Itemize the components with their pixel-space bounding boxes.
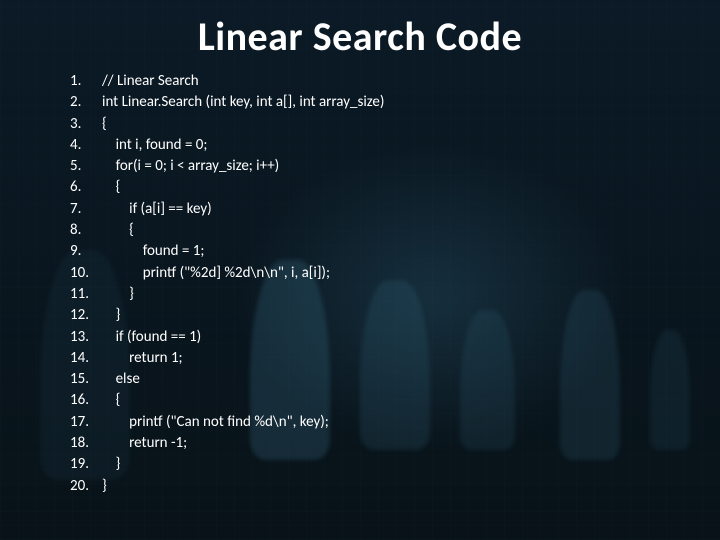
code-line: 8. {	[70, 220, 720, 241]
code-text: // Linear Search	[102, 71, 199, 92]
code-line: 1.// Linear Search	[70, 71, 720, 92]
code-line: 15. else	[70, 369, 720, 390]
code-line: 4. int i, found = 0;	[70, 135, 720, 156]
code-text: int Linear.Search (int key, int a[], int…	[102, 92, 384, 113]
code-line: 11. }	[70, 284, 720, 305]
line-number: 17.	[70, 412, 102, 433]
code-text: }	[102, 476, 107, 497]
line-number: 18.	[70, 433, 102, 454]
line-number: 10.	[70, 263, 102, 284]
line-number: 2.	[70, 92, 102, 113]
line-number: 9.	[70, 241, 102, 262]
slide: Linear Search Code 1.// Linear Search2.i…	[0, 0, 720, 540]
code-line: 3.{	[70, 114, 720, 135]
line-number: 3.	[70, 114, 102, 135]
code-text: if (a[i] == key)	[102, 199, 212, 220]
code-line: 7. if (a[i] == key)	[70, 199, 720, 220]
line-number: 5.	[70, 156, 102, 177]
code-text: found = 1;	[102, 241, 204, 262]
code-listing: 1.// Linear Search2.int Linear.Search (i…	[0, 71, 720, 497]
code-line: 6. {	[70, 177, 720, 198]
code-line: 10. printf ("%2d] %2d\n\n", i, a[i]);	[70, 263, 720, 284]
code-text: int i, found = 0;	[102, 135, 207, 156]
code-text: {	[102, 177, 120, 198]
code-line: 14. return 1;	[70, 348, 720, 369]
code-line: 20.}	[70, 476, 720, 497]
code-line: 12. }	[70, 305, 720, 326]
line-number: 1.	[70, 71, 102, 92]
code-line: 19. }	[70, 454, 720, 475]
page-title: Linear Search Code	[0, 12, 720, 61]
code-text: for(i = 0; i < array_size; i++)	[102, 156, 279, 177]
code-text: }	[102, 305, 120, 326]
line-number: 12.	[70, 305, 102, 326]
line-number: 19.	[70, 454, 102, 475]
code-line: 2.int Linear.Search (int key, int a[], i…	[70, 92, 720, 113]
code-text: else	[102, 369, 140, 390]
code-line: 9. found = 1;	[70, 241, 720, 262]
code-text: return -1;	[102, 433, 187, 454]
code-line: 16. {	[70, 390, 720, 411]
line-number: 20.	[70, 476, 102, 497]
line-number: 13.	[70, 327, 102, 348]
code-text: return 1;	[102, 348, 183, 369]
line-number: 8.	[70, 220, 102, 241]
line-number: 16.	[70, 390, 102, 411]
code-text: printf ("Can not find %d\n", key);	[102, 412, 329, 433]
line-number: 14.	[70, 348, 102, 369]
code-text: {	[102, 220, 134, 241]
code-text: }	[102, 284, 134, 305]
line-number: 6.	[70, 177, 102, 198]
code-line: 5. for(i = 0; i < array_size; i++)	[70, 156, 720, 177]
code-text: if (found == 1)	[102, 327, 201, 348]
code-line: 17. printf ("Can not find %d\n", key);	[70, 412, 720, 433]
line-number: 4.	[70, 135, 102, 156]
code-line: 18. return -1;	[70, 433, 720, 454]
line-number: 15.	[70, 369, 102, 390]
code-text: {	[102, 390, 120, 411]
code-line: 13. if (found == 1)	[70, 327, 720, 348]
code-text: {	[102, 114, 107, 135]
code-text: printf ("%2d] %2d\n\n", i, a[i]);	[102, 263, 330, 284]
line-number: 7.	[70, 199, 102, 220]
line-number: 11.	[70, 284, 102, 305]
code-text: }	[102, 454, 120, 475]
